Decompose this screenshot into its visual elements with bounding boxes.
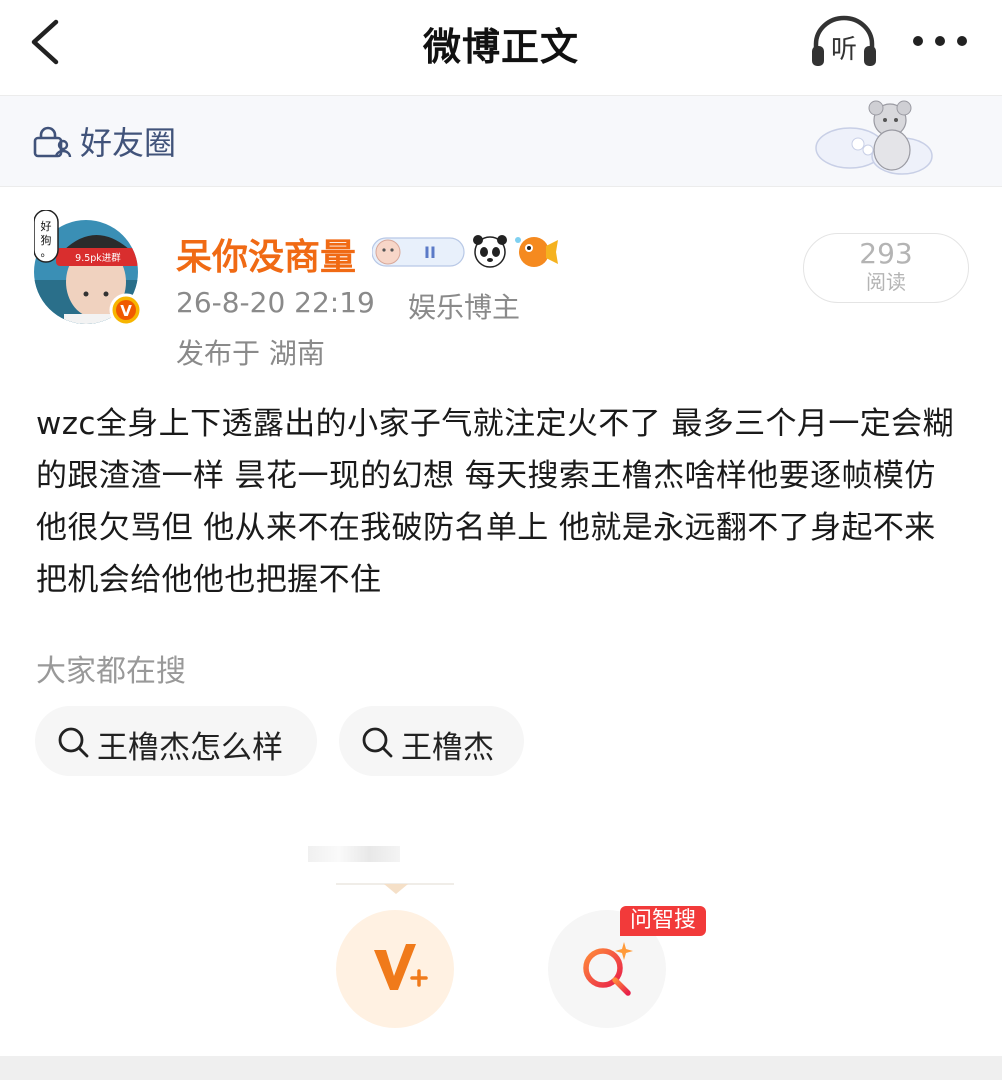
fish-icon [515,237,558,267]
user-role: 娱乐博主 [408,291,521,324]
listen-button[interactable]: 听 [808,14,880,70]
vplus-button[interactable] [336,910,454,1028]
vplus-icon [374,944,428,990]
teddy-bear-decoration-icon [815,100,933,175]
svg-text:好: 好 [41,219,52,233]
avatar[interactable]: 9.5pk进群 好 狗 。 V [33,209,144,328]
svg-text:V: V [120,302,132,320]
ellipsis-icon[interactable] [910,26,970,56]
top-nav: 微博正文 听 [0,0,1002,96]
search-suggestions-title: 大家都在搜 [36,654,186,689]
search-chip[interactable]: 王橹杰怎么样 [35,706,317,776]
lock-people-icon [33,126,72,158]
svg-text:听: 听 [831,35,857,65]
friends-circle-bar[interactable]: 好友圈 [0,96,1002,187]
post-location: 发布于 湖南 [176,337,325,370]
svg-text:II: II [424,243,436,262]
read-count-badge: 293 阅读 [803,233,969,303]
user-badges[interactable]: II [372,232,562,272]
search-chip-label: 王橹杰 [401,730,494,766]
svg-text:。: 。 [41,246,52,259]
friends-circle-label: 好友圈 [80,124,177,162]
post-content: wzc全身上下透露出的小家子气就注定火不了 最多三个月一定会糊的跟渣渣一样 昙花… [36,406,954,598]
svg-text:9.5pk进群: 9.5pk进群 [75,252,121,264]
headphones-icon: 听 [812,15,876,66]
ai-search-tag: 问智搜 [620,906,707,936]
bottom-toolbar [0,1056,1002,1080]
bear-badge-icon: II [372,237,465,267]
username[interactable]: 呆你没商量 [176,228,356,280]
post-time: 26-8-20 22:19 [176,286,375,319]
panda-icon [473,235,507,268]
blurred-text-strip [308,846,400,862]
search-chip[interactable]: 王橹杰 [339,706,524,776]
pointer-triangle [384,884,408,894]
read-count: 293 [859,237,913,270]
search-icon [362,727,393,758]
read-label: 阅读 [866,270,906,294]
search-chip-label: 王橹杰怎么样 [97,730,283,766]
search-icon [58,727,89,758]
